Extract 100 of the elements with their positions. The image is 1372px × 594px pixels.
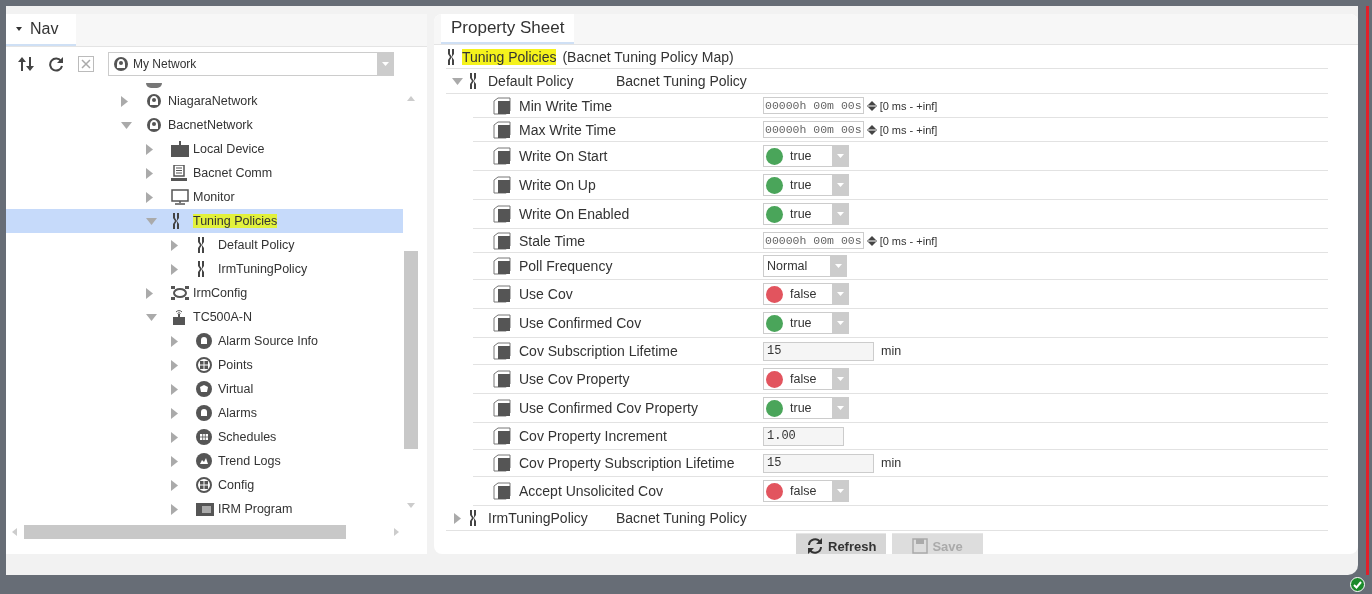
collapse-arrow-icon[interactable] [451,77,463,85]
trend-icon [196,453,212,469]
policy-icon [196,237,206,253]
caret-icon [836,154,844,158]
property-label: Use Cov [519,286,574,302]
tree-item[interactable]: Virtual [6,377,403,401]
tree-item[interactable]: Local Device [6,137,403,161]
policy-icon [171,213,181,229]
policy-name: Default Policy [488,73,575,89]
expand-arrow-icon[interactable] [146,191,153,203]
duration-field[interactable]: 00000h 00m 00s [763,97,864,114]
collapse-arrow-icon[interactable] [146,217,157,225]
property-label: Cov Subscription Lifetime [519,343,679,359]
boolean-dropdown[interactable]: false [763,283,849,305]
bell-icon [196,405,212,421]
boolean-dropdown[interactable]: true [763,174,849,196]
unit-text: min [881,456,902,470]
property-icon [493,482,511,500]
boolean-dropdown[interactable]: true [763,397,849,419]
refresh-icon[interactable] [48,56,64,72]
expand-arrow-icon[interactable] [146,143,153,155]
property-icon [493,285,511,303]
property-label: Cov Property Subscription Lifetime [519,455,736,471]
refresh-icon [806,537,824,554]
expand-arrow-icon[interactable] [171,359,178,371]
expand-arrow-icon[interactable] [171,479,178,491]
tree-item[interactable]: Monitor [6,185,403,209]
boolean-dropdown[interactable]: true [763,145,849,167]
expand-arrow-icon[interactable] [146,287,153,299]
expand-arrow-icon[interactable] [171,455,178,467]
points-icon [196,357,212,373]
tree-item[interactable]: Alarms [6,401,403,425]
boolean-dropdown[interactable]: false [763,480,849,502]
expand-arrow-icon[interactable] [121,95,128,107]
collapse-arrow-icon[interactable] [121,121,132,129]
tree-item[interactable]: Trend Logs [6,449,403,473]
number-field[interactable]: 15 [763,453,874,473]
expand-arrow-icon[interactable] [171,383,178,395]
property-icon [493,342,511,360]
number-field[interactable]: 15 [763,341,874,361]
bell-icon [196,333,212,349]
expand-arrow-icon[interactable] [171,335,178,347]
tree-item[interactable]: IrmTuningPolicy [6,257,403,281]
expand-arrow-icon[interactable] [171,263,178,275]
duration-field[interactable]: 00000h 00m 00s [763,121,864,138]
caret-icon [836,212,844,216]
refresh-button[interactable]: Refresh [796,533,887,554]
calendar-icon [196,429,212,445]
expand-arrow-icon[interactable] [171,407,178,419]
expand-arrow-icon[interactable] [171,503,178,515]
status-ok-icon [1350,577,1365,592]
property-label: Min Write Time [519,97,614,114]
sort-icon[interactable] [18,56,34,72]
points-icon [196,477,212,493]
property-sheet-tab[interactable]: Property Sheet [441,14,575,44]
expand-arrow-icon[interactable] [146,167,153,179]
enum-dropdown[interactable]: Normal [763,255,847,277]
close-icon[interactable] [78,56,94,72]
scroll-left-icon[interactable] [12,528,17,536]
scroll-right-icon[interactable] [394,528,399,536]
caret-icon [381,62,389,66]
scroll-up-icon[interactable] [407,96,415,101]
property-label: Write On Enabled [519,206,631,222]
spinner-icon[interactable] [866,99,877,112]
scroll-down-icon[interactable] [407,503,415,508]
tree-item[interactable]: Bacnet Comm [6,161,403,185]
save-icon [912,538,929,554]
collapse-arrow-icon[interactable] [146,313,157,321]
boolean-dropdown[interactable]: false [763,368,849,390]
network-dropdown[interactable]: My Network [108,52,394,76]
tree-item[interactable]: Tuning Policies [6,209,403,233]
expand-arrow-icon[interactable] [171,239,178,251]
expand-arrow-icon[interactable] [171,431,178,443]
boolean-dropdown[interactable]: true [763,203,849,225]
number-field[interactable]: 1.00 [763,426,844,446]
tree-item[interactable]: NiagaraNetwork [6,89,403,113]
tree-item[interactable]: IRM Program [6,497,403,521]
device-icon [171,141,189,157]
tree-item[interactable]: IrmConfig [6,281,403,305]
expand-arrow-icon[interactable] [453,512,461,524]
tree-item[interactable]: Schedules [6,425,403,449]
tree-item[interactable]: Alarm Source Info [6,329,403,353]
property-icon [493,454,511,472]
tree-item[interactable]: Default Policy [6,233,403,257]
property-icon [493,370,511,388]
monitor-icon [171,189,189,205]
config-icon [171,285,189,301]
tree-item[interactable]: Config [6,473,403,497]
tree-item[interactable]: Points [6,353,403,377]
policy-icon [468,510,478,526]
nav-tab[interactable]: Nav [6,14,76,46]
property-label: Write On Start [519,148,609,164]
property-icon [493,427,511,445]
tree-item[interactable]: BacnetNetwork [6,113,403,137]
tree-item[interactable]: TC500A-N [6,305,403,329]
property-label: Use Confirmed Cov Property [519,400,699,416]
spinner-icon[interactable] [866,123,877,136]
spinner-icon[interactable] [866,234,877,247]
duration-field[interactable]: 00000h 00m 00s [763,232,864,249]
boolean-dropdown[interactable]: true [763,312,849,334]
